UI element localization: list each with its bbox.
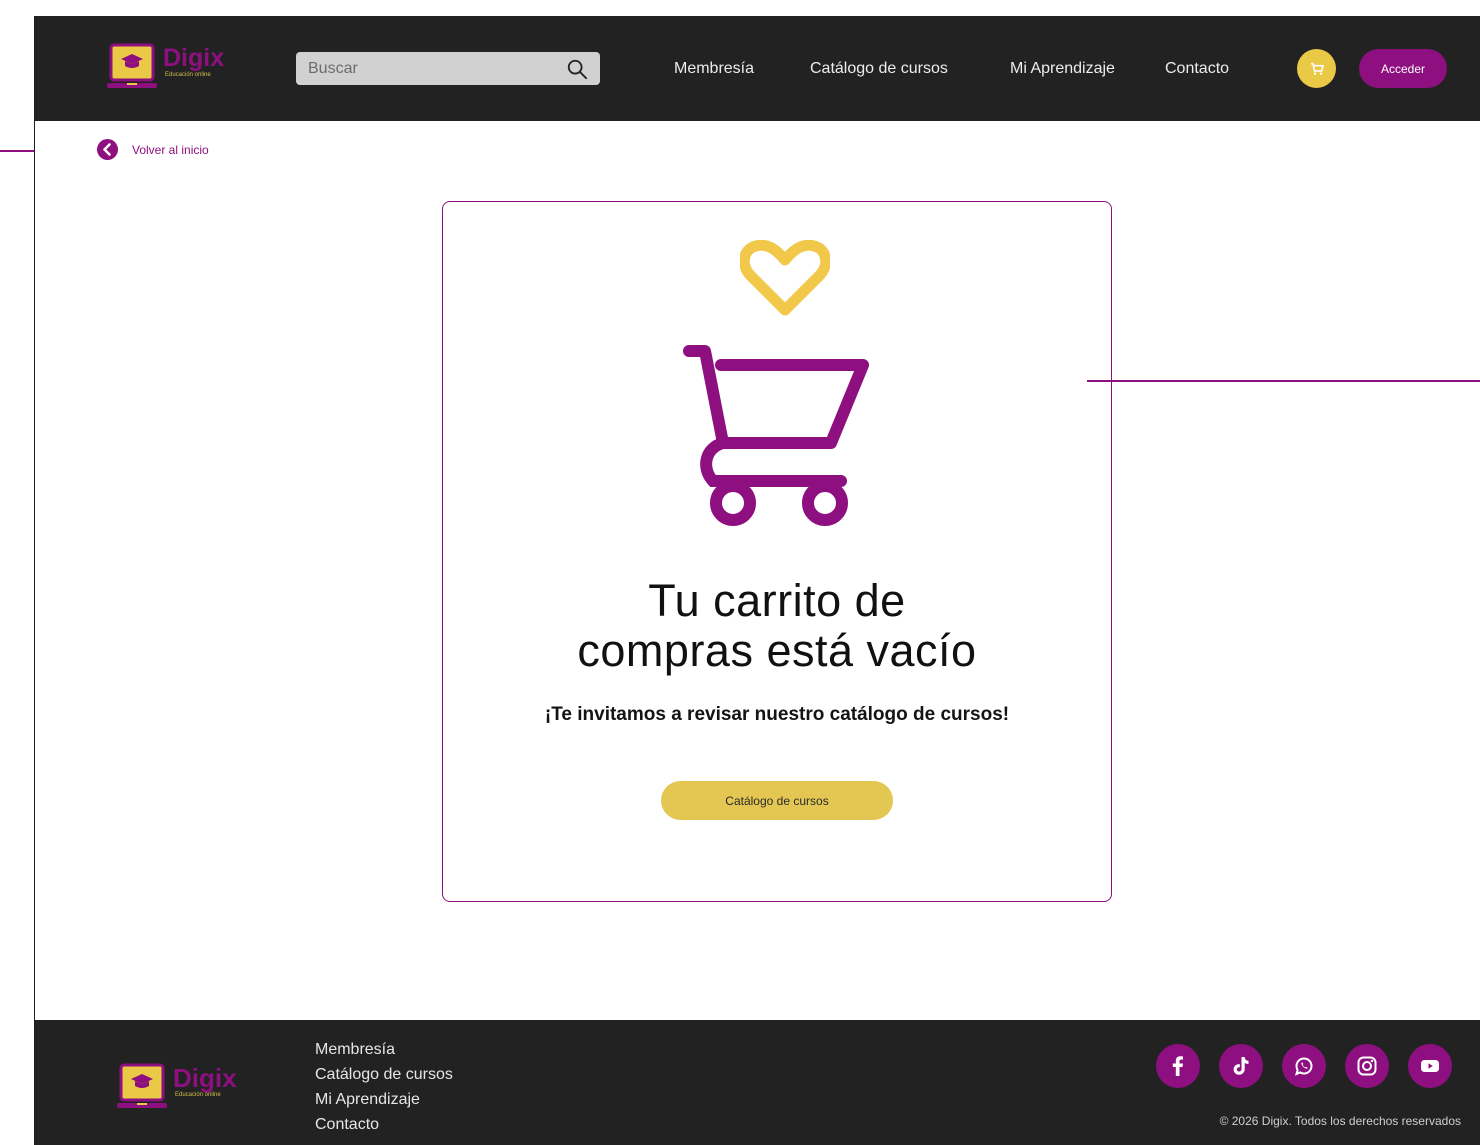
search-bar	[296, 51, 600, 86]
laptop-logo-icon	[117, 1063, 167, 1108]
brand-name: Digix	[163, 44, 225, 72]
cart-button[interactable]	[1297, 49, 1336, 88]
header-logo[interactable]: Digix Educación online	[107, 43, 224, 91]
catalog-button[interactable]: Catálogo de cursos	[661, 781, 893, 820]
social-links	[1156, 1044, 1452, 1088]
footer: Digix Educación online Membresía Catálog…	[35, 1020, 1480, 1145]
header: Digix Educación online Membresía Catálog…	[35, 16, 1480, 121]
login-button[interactable]: Acceder	[1359, 49, 1447, 88]
instagram-button[interactable]	[1345, 1044, 1389, 1088]
whatsapp-button[interactable]	[1282, 1044, 1326, 1088]
nav-mi-aprendizaje[interactable]: Mi Aprendizaje	[1010, 60, 1115, 78]
back-link-label: Volver al inicio	[132, 142, 209, 157]
youtube-button[interactable]	[1408, 1044, 1452, 1088]
search-icon[interactable]	[566, 58, 588, 80]
tiktok-button[interactable]	[1219, 1044, 1263, 1088]
search-input[interactable]	[296, 51, 566, 86]
page-frame: Digix Educación online Membresía Catálog…	[34, 16, 1480, 1145]
footer-links: Membresía Catálogo de cursos Mi Aprendiz…	[315, 1037, 453, 1137]
nav-membresia[interactable]: Membresía	[674, 60, 754, 78]
instagram-icon	[1357, 1056, 1377, 1076]
tiktok-icon	[1233, 1057, 1249, 1075]
copyright-text: © 2026 Digix. Todos los derechos reserva…	[1219, 1114, 1461, 1128]
shopping-cart-icon	[683, 345, 869, 526]
youtube-icon	[1421, 1060, 1439, 1072]
heart-icon	[740, 240, 830, 316]
cart-icon	[1310, 62, 1324, 75]
laptop-logo-icon	[107, 43, 157, 88]
chevron-left-icon	[97, 139, 118, 160]
nav-contacto[interactable]: Contacto	[1165, 60, 1229, 78]
whatsapp-icon	[1294, 1057, 1313, 1076]
footer-link-mi-aprendizaje[interactable]: Mi Aprendizaje	[315, 1087, 453, 1112]
facebook-icon	[1172, 1056, 1183, 1076]
facebook-button[interactable]	[1156, 1044, 1200, 1088]
title-line-2: compras está vacío	[577, 625, 977, 676]
empty-cart-card: Tu carrito de compras está vacío ¡Te inv…	[442, 201, 1112, 902]
brand-tagline: Educación online	[165, 72, 211, 78]
footer-logo[interactable]: Digix Educación online	[117, 1063, 237, 1111]
footer-link-membresia[interactable]: Membresía	[315, 1037, 453, 1062]
nav-catalogo[interactable]: Catálogo de cursos	[810, 60, 948, 78]
footer-link-catalogo[interactable]: Catálogo de cursos	[315, 1062, 453, 1087]
empty-cart-message: ¡Te invitamos a revisar nuestro catálogo…	[544, 704, 1010, 725]
footer-brand-tagline: Educación online	[175, 1092, 221, 1098]
title-line-1: Tu carrito de	[648, 575, 906, 626]
footer-link-contacto[interactable]: Contacto	[315, 1112, 453, 1137]
annotation-line-right	[1087, 380, 1480, 382]
back-link[interactable]: Volver al inicio	[97, 139, 209, 160]
empty-cart-title: Tu carrito de compras está vacío	[443, 576, 1111, 676]
footer-brand-name: Digix	[173, 1063, 237, 1093]
